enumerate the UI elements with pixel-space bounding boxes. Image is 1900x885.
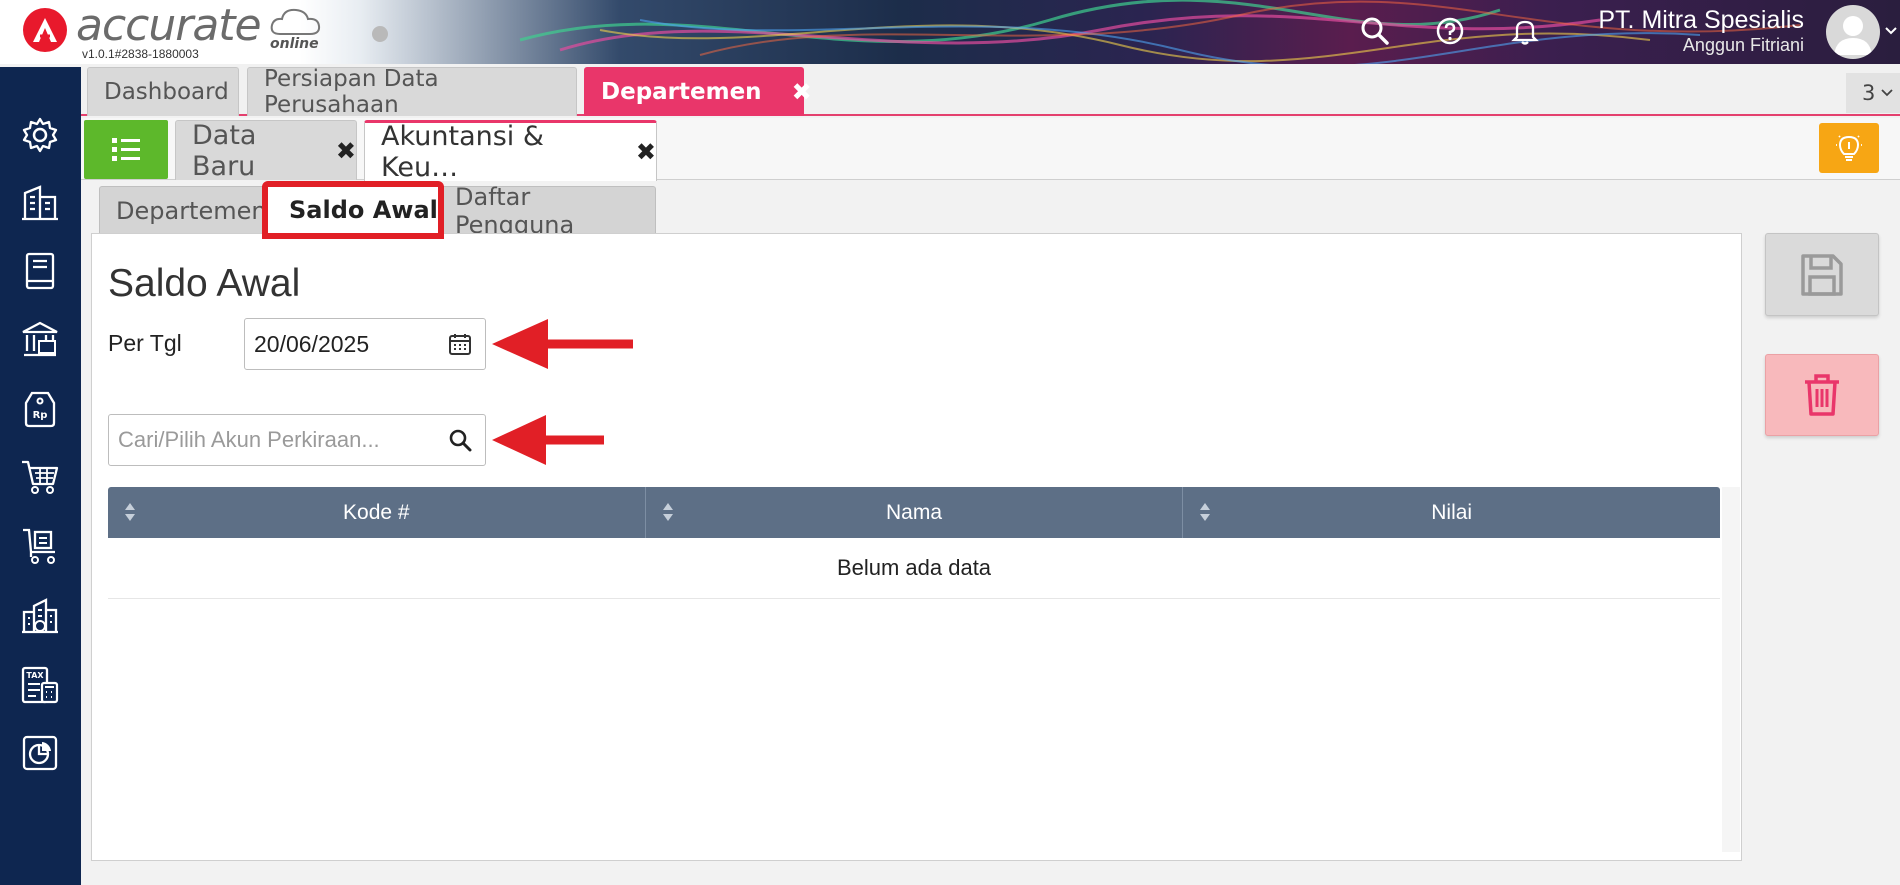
column-label: Nilai — [1431, 500, 1473, 524]
column-header-nilai[interactable]: Nilai — [1183, 487, 1720, 538]
table-header: Kode # Nama Nilai — [108, 487, 1720, 538]
search-icon[interactable] — [448, 428, 472, 452]
column-header-kode[interactable]: Kode # — [108, 487, 646, 538]
purchase-cart-icon[interactable] — [20, 526, 60, 566]
chevron-down-icon — [1881, 89, 1894, 97]
sort-icon[interactable] — [124, 502, 136, 522]
save-button[interactable] — [1765, 233, 1879, 316]
list-icon — [112, 138, 140, 161]
tab-departemen-form[interactable]: Departemen — [99, 186, 269, 234]
trash-icon — [1805, 374, 1839, 416]
warehouse-icon[interactable] — [20, 596, 60, 636]
ledger-book-icon[interactable] — [20, 251, 60, 291]
document-tabs: Data Baru ✖ Akuntansi & Keu… ✖ — [81, 118, 1900, 183]
annotation-arrow — [492, 415, 604, 465]
annotation-arrow — [492, 319, 633, 369]
calendar-icon[interactable] — [449, 333, 471, 355]
tab-departemen[interactable]: Departemen ✖ — [584, 67, 812, 116]
tab-dashboard[interactable]: Dashboard — [87, 67, 239, 116]
search-icon[interactable] — [1356, 12, 1394, 50]
sort-icon[interactable] — [662, 502, 674, 522]
page-title: Saldo Awal — [108, 262, 301, 305]
app-logo-text: accurate — [76, 0, 262, 51]
tab-count-dropdown[interactable]: 3 — [1846, 73, 1900, 113]
save-icon — [1801, 253, 1843, 296]
table-empty-message: Belum ada data — [108, 538, 1720, 599]
tab-label: Dashboard — [104, 79, 229, 105]
price-tag-icon[interactable]: Rp — [20, 389, 60, 429]
saldo-awal-panel: Saldo Awal Per Tgl Kode # Nama Nilai — [91, 233, 1742, 861]
cloud-icon — [270, 8, 321, 35]
list-view-button[interactable] — [84, 120, 168, 179]
tab-data-baru[interactable]: Data Baru ✖ — [175, 119, 357, 182]
table-scrollbar[interactable] — [1722, 487, 1740, 852]
app-logo-sub: online — [270, 36, 319, 52]
column-header-nama[interactable]: Nama — [646, 487, 1184, 538]
svg-text:Rp: Rp — [33, 410, 48, 421]
delete-button[interactable] — [1765, 354, 1879, 436]
top-header: accurate online v1.0.1#2838-1880003 PT. … — [0, 0, 1900, 64]
tab-akuntansi-keuangan[interactable]: Akuntansi & Keu… ✖ — [364, 120, 657, 183]
status-dot — [372, 26, 388, 42]
user-name: Anggun Fitriani — [1682, 35, 1804, 55]
company-icon[interactable] — [20, 183, 60, 223]
app-version: v1.0.1#2838-1880003 — [82, 47, 199, 61]
bell-icon[interactable] — [1506, 12, 1544, 50]
sort-icon[interactable] — [1199, 502, 1211, 522]
tax-calculator-icon[interactable]: TAX — [20, 665, 60, 705]
tab-persiapan-data-perusahaan[interactable]: Persiapan Data Perusahaan — [247, 66, 577, 118]
tab-count-value: 3 — [1862, 81, 1876, 105]
tab-label: Data Baru — [192, 119, 257, 182]
tab-label: Akuntansi & Keu… — [381, 121, 544, 183]
column-label: Nama — [885, 500, 943, 524]
column-label: Kode # — [343, 500, 410, 524]
close-icon[interactable]: ✖ — [792, 78, 812, 106]
tips-button[interactable] — [1819, 123, 1879, 173]
tab-label: Departemen — [601, 79, 762, 105]
module-tabs: Dashboard Persiapan Data Perusahaan Depa… — [81, 64, 1900, 118]
company-info[interactable]: PT. Mitra Spesialis Anggun Fitriani — [1598, 6, 1804, 56]
cart-icon[interactable] — [20, 457, 60, 497]
tab-daftar-pengguna[interactable]: Daftar Pengguna — [438, 183, 656, 239]
tab-label: Departemen — [116, 196, 267, 225]
close-icon[interactable]: ✖ — [336, 137, 356, 165]
left-sidebar: Rp TAX — [0, 67, 81, 885]
accurate-logo-icon[interactable] — [23, 8, 67, 52]
avatar[interactable] — [1826, 5, 1880, 59]
help-icon[interactable] — [1431, 12, 1469, 50]
bank-icon[interactable] — [20, 319, 60, 359]
svg-text:TAX: TAX — [26, 671, 44, 680]
tab-label: Daftar Pengguna — [455, 182, 575, 239]
report-icon[interactable] — [20, 733, 60, 773]
tab-label: Persiapan Data Perusahaan — [264, 66, 439, 118]
close-icon[interactable]: ✖ — [636, 138, 656, 166]
account-search-input[interactable] — [108, 414, 486, 466]
company-name: PT. Mitra Spesialis — [1598, 6, 1804, 34]
lightbulb-icon — [1836, 135, 1862, 161]
tab-saldo-awal[interactable]: Saldo Awal — [262, 181, 444, 239]
chevron-down-icon[interactable] — [1884, 26, 1898, 36]
settings-icon[interactable] — [20, 115, 60, 155]
date-label: Per Tgl — [108, 330, 182, 356]
tab-label: Saldo Awal — [289, 196, 438, 224]
